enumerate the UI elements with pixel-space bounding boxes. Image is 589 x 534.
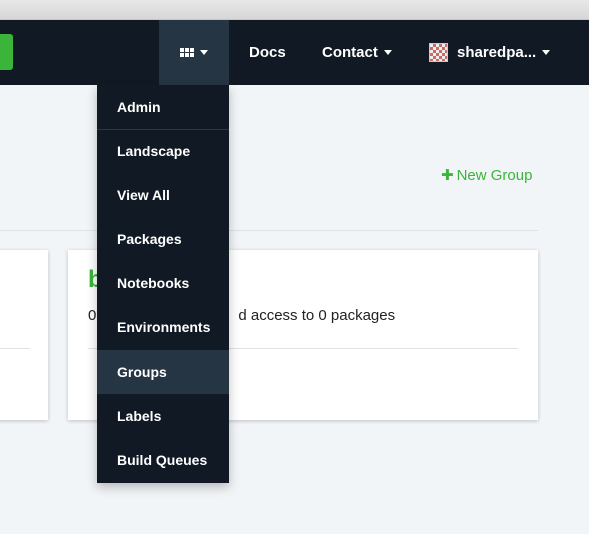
menu-item-label: Notebooks [117, 275, 190, 291]
chevron-down-icon [383, 50, 392, 55]
menu-item-label: Admin [117, 99, 161, 115]
menu-item-landscape[interactable]: Landscape [97, 129, 229, 173]
menu-item-groups[interactable]: Groups [97, 350, 229, 394]
apps-menu-toggle[interactable] [159, 20, 229, 85]
new-group-label: New Group [456, 167, 533, 184]
menu-item-label: Build Queues [117, 452, 208, 468]
nav-contact-menu[interactable]: Contact [322, 20, 392, 85]
nav-docs-link[interactable]: Docs [249, 20, 286, 85]
menu-item-labels[interactable]: Labels [97, 394, 229, 438]
menu-item-label: Packages [117, 231, 182, 247]
group-description-prefix: 0 [88, 307, 97, 324]
avatar [429, 43, 448, 62]
menu-item-label: View All [117, 187, 170, 203]
group-card[interactable] [0, 250, 48, 420]
menu-item-admin[interactable]: Admin [97, 85, 229, 129]
menu-item-label: Landscape [117, 143, 191, 159]
plus-icon: ✚ [441, 167, 454, 184]
menu-item-label: Labels [117, 408, 162, 424]
section-divider [0, 230, 538, 231]
apps-dropdown-menu: Admin Landscape View All Packages Notebo… [97, 85, 229, 483]
user-name: sharedpa... [457, 44, 537, 61]
menu-item-environments[interactable]: Environments [97, 305, 229, 349]
chevron-down-icon [542, 50, 551, 55]
chevron-down-icon [200, 50, 208, 55]
user-menu[interactable]: sharedpa... [429, 20, 551, 85]
menu-item-notebooks[interactable]: Notebooks [97, 261, 229, 305]
grid-icon [180, 48, 194, 57]
menu-item-build-queues[interactable]: Build Queues [97, 438, 229, 482]
brand-logo-edge[interactable] [0, 34, 13, 70]
menu-item-label: Environments [117, 319, 211, 335]
menu-item-packages[interactable]: Packages [97, 217, 229, 261]
group-description-suffix: d access to 0 packages [238, 307, 396, 324]
browser-top-strip [0, 0, 589, 20]
menu-item-label: Groups [117, 364, 167, 380]
nav-docs-label: Docs [249, 44, 286, 61]
card-divider [0, 348, 30, 349]
new-group-button[interactable]: ✚ New Group [441, 166, 532, 184]
nav-contact-label: Contact [322, 44, 378, 61]
menu-item-view-all[interactable]: View All [97, 173, 229, 217]
